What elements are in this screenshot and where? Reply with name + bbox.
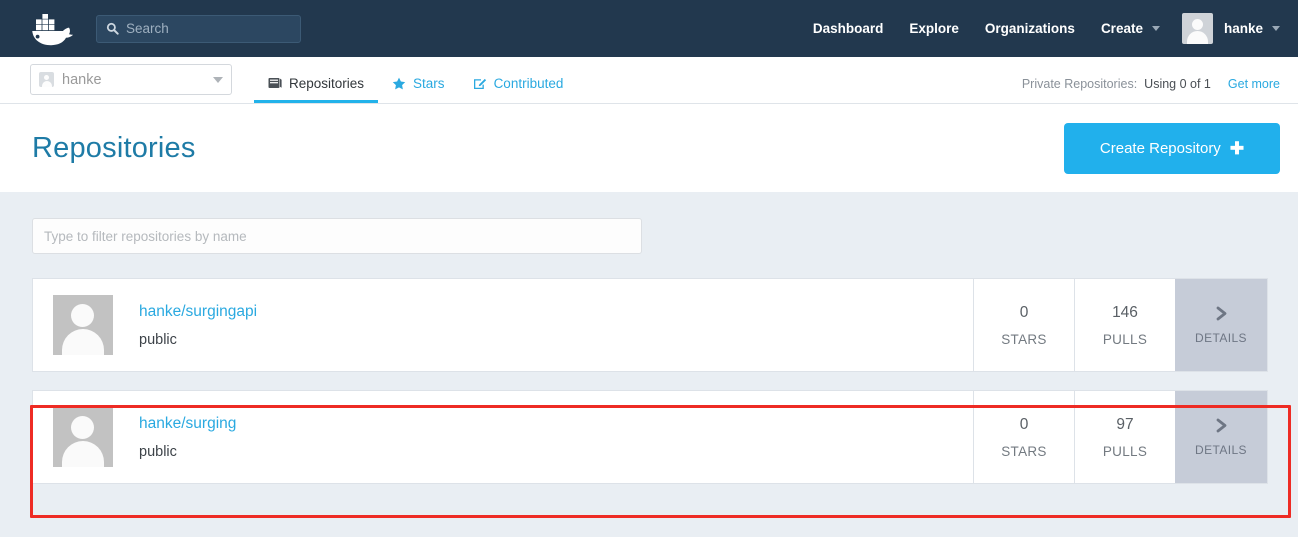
user-menu-label[interactable]: hanke [1224, 21, 1263, 36]
repository-name-link[interactable]: hanke/surgingapi [139, 303, 257, 321]
repository-text: hanke/surging public [139, 415, 236, 460]
repository-visibility: public [139, 331, 177, 348]
plus-icon: ✚ [1229, 138, 1245, 158]
sub-header: hanke Repositories Stars Contributed Pri… [0, 57, 1298, 104]
repo-avatar-icon [53, 407, 113, 467]
repo-avatar-icon [53, 295, 113, 355]
details-button[interactable]: DETAILS [1175, 391, 1267, 483]
avatar-head-icon [1191, 19, 1203, 30]
user-menu-chevron-down-icon[interactable] [1272, 26, 1280, 31]
tab-stars-label: Stars [413, 76, 445, 91]
main-content: hanke/surgingapi public 0 STARS 146 PULL… [0, 192, 1298, 536]
pulls-stat: 97 PULLS [1074, 391, 1175, 483]
stars-label: STARS [1001, 443, 1047, 459]
tab-contributed-label: Contributed [493, 76, 564, 91]
search-placeholder: Search [126, 20, 169, 36]
nav-link-dashboard[interactable]: Dashboard [813, 21, 884, 36]
create-menu-label: Create [1100, 21, 1143, 36]
stars-count: 0 [1019, 415, 1029, 433]
stars-count: 0 [1019, 303, 1029, 321]
page-title-bar: Repositories Create Repository ✚ [0, 104, 1298, 192]
details-label: DETAILS [1195, 443, 1247, 457]
search-icon [106, 22, 119, 35]
stars-label: STARS [1001, 331, 1047, 347]
caret-down-icon [213, 76, 223, 83]
chevron-right-icon [1216, 306, 1226, 321]
search-input-container[interactable]: Search [96, 14, 301, 43]
pulls-label: PULLS [1102, 331, 1148, 347]
tab-contributed[interactable]: Contributed [459, 76, 578, 103]
nav-links-group: Dashboard Explore Organizations Create h… [787, 0, 1280, 57]
nav-link-explore[interactable]: Explore [909, 21, 959, 36]
pulls-count: 146 [1112, 303, 1138, 321]
pencil-square-icon [473, 78, 486, 89]
repository-text: hanke/surgingapi public [139, 303, 257, 348]
details-button[interactable]: DETAILS [1175, 279, 1267, 371]
repository-info: hanke/surgingapi public [33, 279, 973, 371]
tab-repositories-label: Repositories [289, 76, 365, 91]
repository-list: hanke/surgingapi public 0 STARS 146 PULL… [32, 278, 1268, 484]
private-repos-label: Private Repositories: [1021, 77, 1138, 91]
top-navigation-bar: Search Dashboard Explore Organizations C… [0, 0, 1298, 57]
tab-stars[interactable]: Stars [378, 76, 459, 103]
get-more-link[interactable]: Get more [1228, 77, 1280, 91]
chevron-right-icon [1216, 418, 1226, 433]
account-avatar-icon [39, 72, 54, 87]
repository-visibility: public [139, 443, 177, 460]
docker-whale-logo-icon[interactable] [22, 9, 74, 49]
tab-repositories[interactable]: Repositories [254, 76, 379, 103]
pulls-stat: 146 PULLS [1074, 279, 1175, 371]
create-repository-label: Create Repository [1099, 139, 1221, 157]
pulls-label: PULLS [1102, 443, 1148, 459]
create-menu[interactable]: Create [1101, 21, 1160, 36]
table-row[interactable]: hanke/surgingapi public 0 STARS 146 PULL… [32, 278, 1268, 372]
star-icon [392, 77, 406, 90]
page-title: Repositories [32, 131, 196, 164]
repository-filter-input[interactable] [32, 218, 642, 254]
create-repository-button[interactable]: Create Repository ✚ [1064, 122, 1280, 174]
chevron-down-icon [1151, 26, 1160, 31]
account-select-value: hanke [62, 71, 102, 88]
tab-bar: Repositories Stars Contributed [254, 57, 577, 103]
nav-link-organizations[interactable]: Organizations [985, 21, 1075, 36]
repository-name-link[interactable]: hanke/surging [139, 415, 236, 433]
stars-stat: 0 STARS [973, 279, 1074, 371]
pulls-count: 97 [1116, 415, 1134, 433]
book-icon [268, 78, 282, 88]
details-label: DETAILS [1195, 331, 1247, 345]
stars-stat: 0 STARS [973, 391, 1074, 483]
account-select[interactable]: hanke [30, 64, 232, 95]
private-repositories-status: Private Repositories: Using 0 of 1 Get m… [1022, 77, 1280, 91]
avatar-body-icon [1186, 31, 1208, 44]
repository-info: hanke/surging public [33, 391, 973, 483]
table-row[interactable]: hanke/surging public 0 STARS 97 PULLS DE… [32, 390, 1268, 484]
private-repos-value: Using 0 of 1 [1144, 77, 1211, 91]
avatar[interactable] [1181, 13, 1213, 44]
